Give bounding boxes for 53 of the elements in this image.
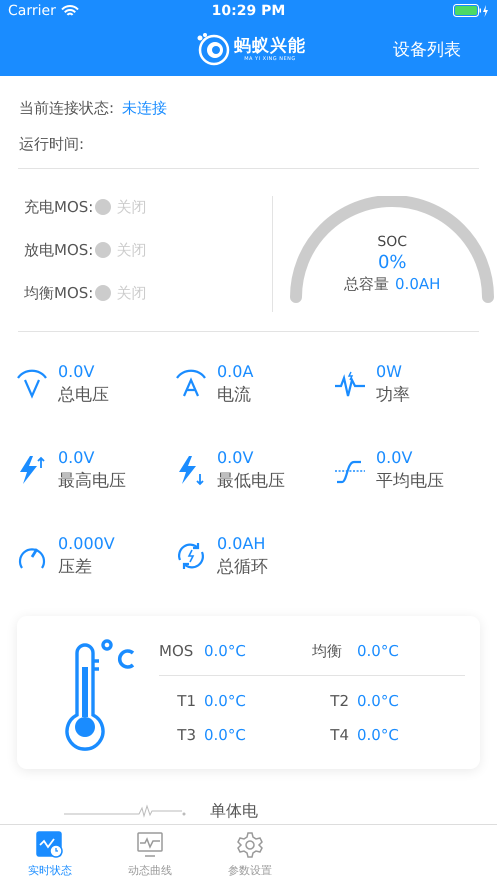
mos-label: 均衡MOS: [24, 284, 94, 302]
temperature-label: T3 [176, 726, 196, 744]
runtime-label: 运行时间: [19, 134, 84, 154]
cycle-icon [175, 540, 207, 572]
monitor-icon [136, 830, 164, 858]
mos-label: 放电MOS: [24, 240, 94, 260]
soc-title: SOC [377, 234, 408, 250]
mos-label: 充电MOS: [24, 198, 94, 216]
soc-value: 0% [378, 252, 406, 273]
temperature-value: 0.0°C [204, 642, 246, 660]
temperature-label: T2 [329, 692, 349, 710]
metric-value: 0.0V [58, 362, 96, 381]
metric-label: 功率 [376, 384, 410, 406]
capacity-label: 总容量 [344, 275, 390, 294]
temperature-value: 0.0°C [357, 642, 399, 660]
settings-icon [236, 830, 264, 858]
temperature-value: 0.0°C [357, 692, 399, 710]
connection-status: 未连接 [122, 98, 168, 118]
temperature-label: T4 [329, 726, 349, 744]
temperature-value: 0.0°C [204, 726, 246, 744]
connection-label: 当前连接状态: [19, 98, 114, 118]
metric-label: 电流 [217, 384, 252, 406]
settings-tab[interactable]: 参数设置 [200, 825, 300, 883]
carrier-label: Carrier [8, 3, 56, 19]
metric-label: 总循环 [217, 556, 268, 578]
temperature-label: T1 [176, 692, 196, 710]
metric-value: 0W [376, 362, 403, 381]
metric-value: 0.0V [217, 448, 254, 467]
metric-label: 总电压 [58, 384, 109, 406]
metric-value: 0.000V [58, 534, 115, 553]
chart-clock-icon [36, 830, 64, 858]
temperature-label: 均衡 [312, 642, 343, 660]
metric-label: 平均电压 [376, 470, 444, 492]
metric-label: 最低电压 [217, 470, 285, 492]
metric-value: 0.0V [58, 448, 96, 467]
metric-label: 压差 [58, 556, 93, 578]
metric-value: 0.0A [217, 362, 254, 381]
temperature-value: 0.0°C [357, 726, 399, 744]
capacity-value: 0.0AH [395, 275, 440, 294]
logo-text: 蚂蚁兴能 [234, 36, 306, 56]
voltmeter-icon [16, 368, 48, 400]
metric-value: 0.0V [376, 448, 414, 467]
metric-value: 0.0AH [217, 534, 266, 553]
metric-label: 最高电压 [58, 470, 126, 492]
clock-time: 10:29 PM [212, 3, 286, 19]
curve-tab[interactable]: 动态曲线 [100, 825, 200, 883]
section-title: 单体电 [210, 800, 258, 822]
temperature-value: 0.0°C [204, 692, 246, 710]
battery-icon [453, 4, 489, 18]
temperature-label: MOS [159, 642, 194, 660]
wifi-icon [60, 4, 79, 18]
device-list-button[interactable]: 设备列表 [393, 38, 461, 60]
realtime-tab[interactable]: 实时状态 [0, 825, 100, 883]
